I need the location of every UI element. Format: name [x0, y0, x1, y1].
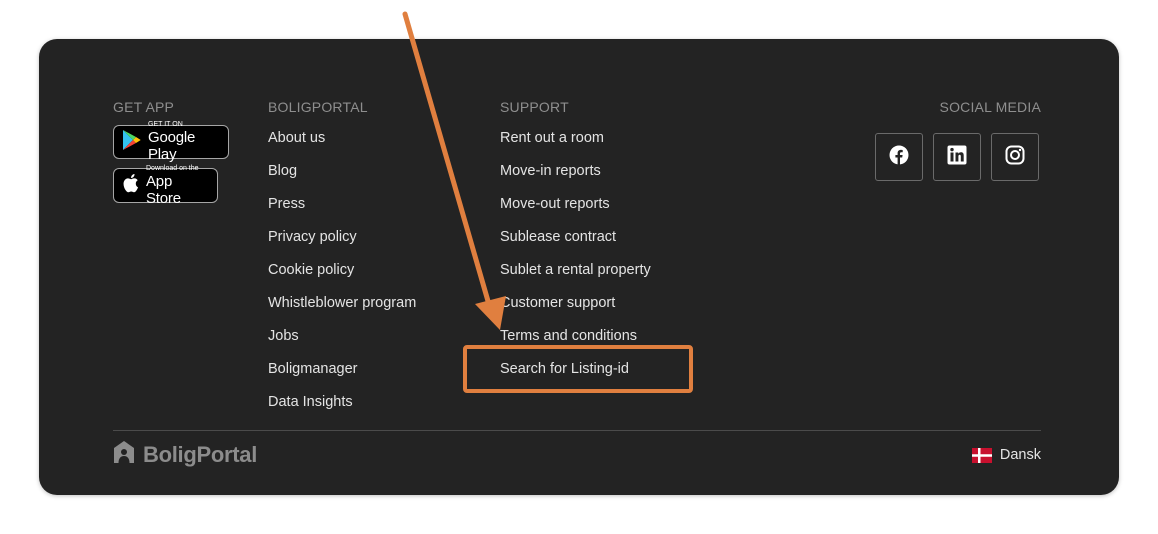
- link-privacy-policy[interactable]: Privacy policy: [268, 226, 416, 259]
- boligportal-heading: BOLIGPORTAL: [268, 99, 368, 115]
- google-play-small-text: GET IT ON: [148, 121, 183, 128]
- house-logo-icon: [113, 440, 135, 469]
- link-move-out-reports[interactable]: Move-out reports: [500, 193, 651, 226]
- link-search-listing-id[interactable]: Search for Listing-id: [500, 358, 651, 391]
- link-move-in-reports[interactable]: Move-in reports: [500, 160, 651, 193]
- link-boligmanager[interactable]: Boligmanager: [268, 358, 416, 391]
- language-selector[interactable]: Dansk: [971, 447, 1041, 463]
- google-play-big-text: Google Play: [148, 129, 196, 163]
- app-store-button[interactable]: Download on the App Store: [113, 164, 218, 207]
- google-play-button[interactable]: GET IT ON Google Play: [113, 121, 229, 163]
- facebook-button[interactable]: [875, 133, 923, 181]
- link-data-insights[interactable]: Data Insights: [268, 391, 416, 424]
- link-press[interactable]: Press: [268, 193, 416, 226]
- danish-flag-icon: [971, 447, 992, 463]
- link-terms-and-conditions[interactable]: Terms and conditions: [500, 325, 651, 358]
- linkedin-button[interactable]: [933, 133, 981, 181]
- boligportal-links: About us Blog Press Privacy policy Cooki…: [268, 127, 416, 424]
- link-cookie-policy[interactable]: Cookie policy: [268, 259, 416, 292]
- instagram-icon: [1005, 145, 1025, 170]
- link-blog[interactable]: Blog: [268, 160, 416, 193]
- support-links: Rent out a room Move-in reports Move-out…: [500, 127, 651, 391]
- support-heading: SUPPORT: [500, 99, 569, 115]
- instagram-button[interactable]: [991, 133, 1039, 181]
- brand-wordmark: BoligPortal: [143, 441, 258, 467]
- app-store-big-text: App Store: [146, 172, 181, 207]
- link-whistleblower-program[interactable]: Whistleblower program: [268, 292, 416, 325]
- google-play-icon: [122, 129, 142, 156]
- footer-divider: [113, 430, 1041, 431]
- link-customer-support[interactable]: Customer support: [500, 292, 651, 325]
- link-about-us[interactable]: About us: [268, 127, 416, 160]
- apple-icon: [122, 173, 140, 198]
- language-label: Dansk: [999, 447, 1041, 463]
- social-media-heading: SOCIAL MEDIA: [939, 99, 1041, 115]
- get-app-heading: GET APP: [113, 99, 175, 115]
- facebook-icon: [889, 145, 909, 170]
- link-sublease-contract[interactable]: Sublease contract: [500, 226, 651, 259]
- link-jobs[interactable]: Jobs: [268, 325, 416, 358]
- boligportal-logo[interactable]: BoligPortal: [113, 440, 257, 469]
- site-footer: GET APP GET IT ON Google Play Download o…: [39, 39, 1119, 495]
- app-store-small-text: Download on the: [146, 164, 199, 172]
- link-rent-out-a-room[interactable]: Rent out a room: [500, 127, 651, 160]
- link-sublet-rental-property[interactable]: Sublet a rental property: [500, 259, 651, 292]
- linkedin-icon: [947, 145, 967, 170]
